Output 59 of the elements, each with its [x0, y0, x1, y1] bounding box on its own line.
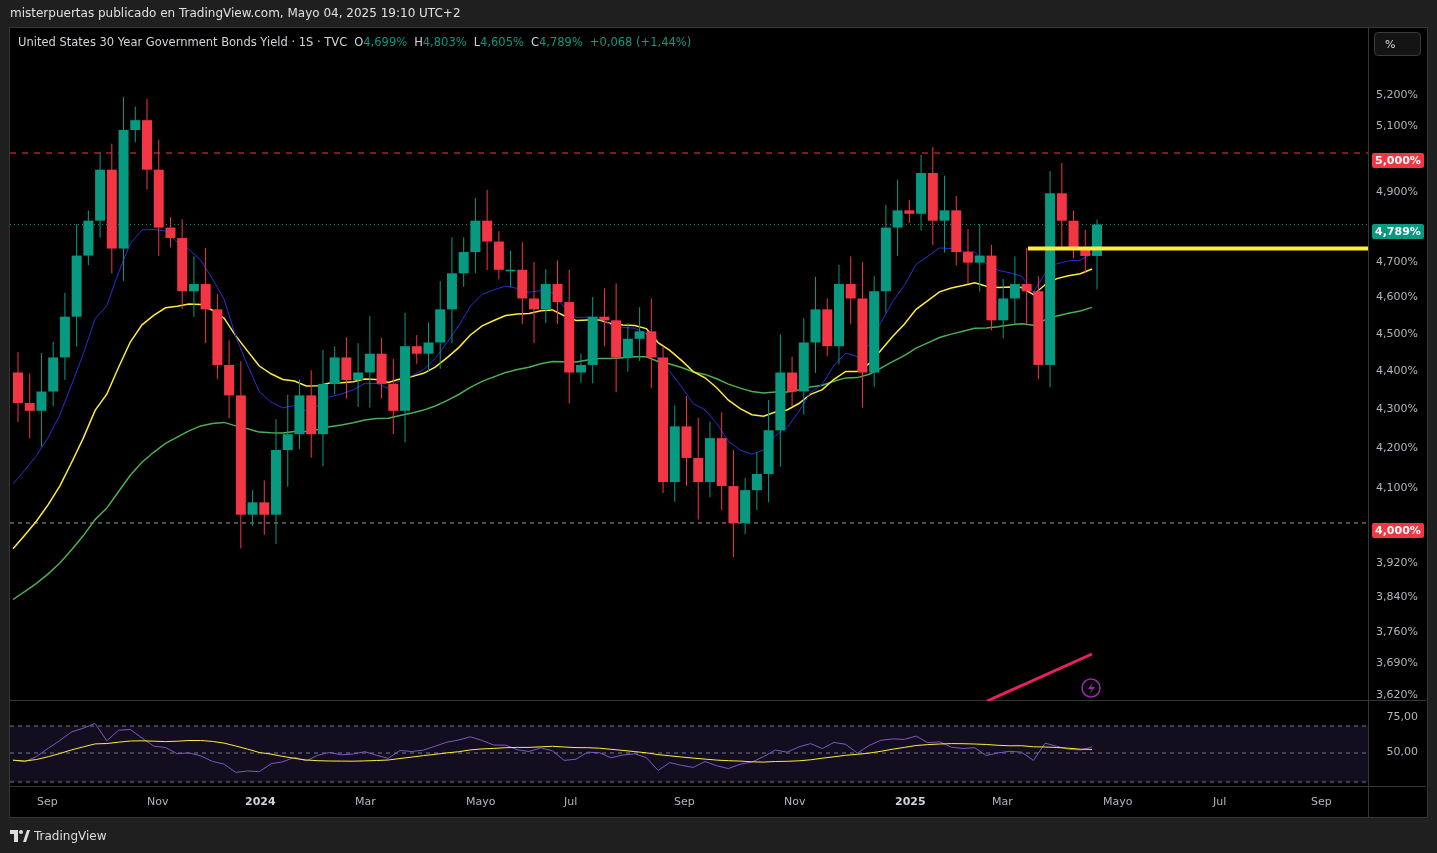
- price-change: +0,068 (+1,44%): [589, 35, 692, 49]
- ohlc-label: H: [414, 35, 423, 49]
- candlestick: [353, 342, 364, 408]
- price-badge: 4,789%: [1372, 224, 1424, 239]
- time-label: Jul: [564, 795, 578, 808]
- price-label: 4,300%: [1376, 402, 1418, 415]
- price-label: 3,840%: [1376, 590, 1418, 603]
- time-label: Sep: [674, 795, 695, 808]
- rsi-label: 50,00: [1386, 745, 1418, 758]
- candlestick: [294, 378, 305, 450]
- price-label: 3,690%: [1376, 656, 1418, 669]
- price-label: 4,500%: [1376, 327, 1418, 340]
- time-label: Mar: [355, 795, 376, 808]
- price-label: 5,100%: [1376, 119, 1418, 132]
- ohlc-value: 4,789%: [538, 35, 583, 49]
- candlestick: [951, 195, 962, 266]
- ohlc-value: 4,803%: [422, 35, 467, 49]
- ohlc-label: C: [530, 35, 539, 49]
- candlestick: [1009, 255, 1020, 325]
- time-label: Sep: [1311, 795, 1332, 808]
- price-label: 4,700%: [1376, 255, 1418, 268]
- ohlc-value: 4,699%: [363, 35, 408, 49]
- price-label: 4,200%: [1376, 441, 1418, 454]
- ohlc-value: 4,605%: [480, 35, 524, 49]
- lightning-icon[interactable]: [1081, 678, 1101, 698]
- time-label: Jul: [1213, 795, 1227, 808]
- time-label: 2024: [245, 795, 276, 808]
- price-label: 3,920%: [1376, 556, 1418, 569]
- time-label: Nov: [784, 795, 806, 808]
- price-label: 4,400%: [1376, 364, 1418, 377]
- candlestick: [998, 278, 1009, 339]
- candlestick: [963, 228, 973, 285]
- time-label: Mayo: [466, 795, 496, 808]
- time-label: Sep: [37, 795, 58, 808]
- trend-line[interactable]: [986, 652, 1093, 701]
- symbol-title: United States 30 Year Government Bonds Yield · 1S · TVC: [18, 35, 348, 49]
- ohlc-label: O: [354, 35, 364, 49]
- price-label: 5,200%: [1376, 88, 1418, 101]
- price-label: 4,100%: [1376, 481, 1418, 494]
- time-label: Nov: [147, 795, 169, 808]
- price-label: 4,900%: [1376, 185, 1418, 198]
- time-label: Mayo: [1103, 795, 1133, 808]
- price-label: 3,760%: [1376, 625, 1418, 638]
- candlestick: [974, 223, 985, 293]
- price-label: 4,600%: [1376, 290, 1418, 303]
- logo-icon: [10, 829, 30, 842]
- publication-title: misterpuertas publicado en TradingView.com, Mayo 04, 2025 19:10 UTC+2: [9, 5, 462, 22]
- horizontal-line[interactable]: [1028, 246, 1368, 251]
- rsi-label: 75,00: [1386, 710, 1418, 723]
- ohlc-label: L: [473, 35, 481, 49]
- price-label: 3,620%: [1376, 688, 1418, 701]
- price-badge: 5,000%: [1372, 153, 1424, 168]
- brand-name: TradingView: [34, 828, 107, 843]
- candlestick: [341, 336, 352, 400]
- time-label: Mar: [992, 795, 1013, 808]
- scale-button[interactable]: %: [1374, 32, 1421, 56]
- price-badge: 4,000%: [1372, 523, 1424, 538]
- time-label: 2025: [895, 795, 926, 808]
- candlestick: [13, 351, 23, 423]
